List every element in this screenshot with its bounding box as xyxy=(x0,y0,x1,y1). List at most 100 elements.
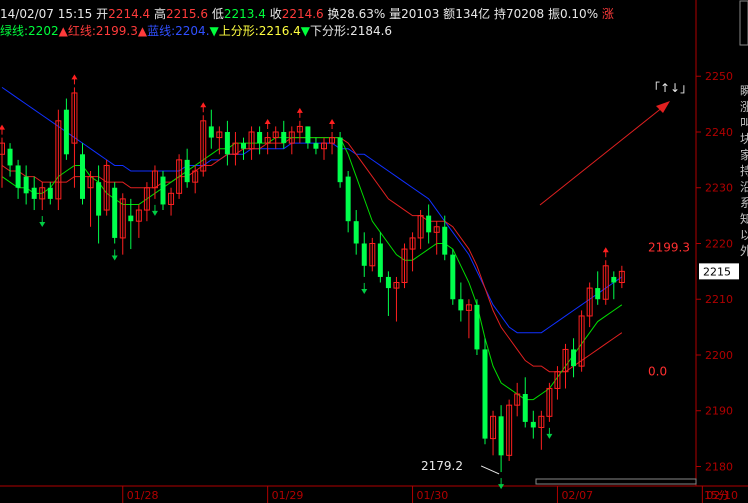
side-text-char: 持 xyxy=(740,163,748,178)
side-text-char: 块 xyxy=(740,132,748,146)
change-label: 涨 xyxy=(601,7,614,21)
price-chart[interactable]: 2180 2190 2200 2210 2220 2230 2240 2250 2215 01/2… xyxy=(0,0,748,503)
red-line-value: 2199.3 xyxy=(95,24,138,38)
blue-line-series xyxy=(1,86,623,334)
candle-body xyxy=(241,143,246,149)
candle-body xyxy=(313,143,319,149)
y-tick-label: 2240 xyxy=(705,126,733,139)
candle-body xyxy=(353,221,359,244)
candle-body xyxy=(530,421,536,428)
candle-body xyxy=(595,288,601,300)
high-value: 2215.6 xyxy=(166,7,209,21)
open-value: 2214.4 xyxy=(108,7,151,21)
amplitude-value: 0.10% xyxy=(559,7,599,21)
x-tick-label: 01/29 xyxy=(272,489,304,502)
low-mark-leader xyxy=(480,465,500,475)
candlesticks xyxy=(0,87,625,473)
candle-body xyxy=(160,176,166,205)
chart-annotations: 2199.30.02179.2「↑↓」 瞬涨叫块家持沿系知以外 xyxy=(421,0,748,475)
x-tick-label: 01/28 xyxy=(127,489,159,502)
fractal-up-arrow-icon: ▲ xyxy=(137,24,148,38)
candle-body xyxy=(345,176,351,222)
fractal-up-icon xyxy=(264,118,271,124)
side-text-char: 系 xyxy=(740,196,748,210)
fractal-up-icon xyxy=(329,118,336,124)
trend-arrow-line xyxy=(539,106,664,206)
side-text-char: 沿 xyxy=(740,180,748,194)
quote-time: 15:15 xyxy=(57,7,93,21)
fractal-down-icon xyxy=(151,210,158,216)
side-text-char: 叫 xyxy=(740,116,748,130)
candle-body xyxy=(47,187,53,199)
quote-header: 14/02/07 15:15 开2214.4 高2215.6 低2213.4 收… xyxy=(0,7,614,21)
fractal-up-icon xyxy=(602,247,609,253)
candle-body xyxy=(112,187,118,238)
low-label: 低 xyxy=(211,7,224,21)
candle-body xyxy=(31,187,37,199)
red-line-label: 红线: xyxy=(67,24,96,38)
fractal-down-icon xyxy=(111,255,118,261)
blue-line-label: 蓝线: xyxy=(147,24,176,38)
current-price-label: 2215 xyxy=(703,265,731,278)
candle-body xyxy=(80,154,85,199)
y-tick-label: 2190 xyxy=(705,405,733,418)
candle-body xyxy=(208,126,214,138)
y-tick-label: 2250 xyxy=(705,70,733,83)
red-value-label: 2199.3 xyxy=(648,240,690,254)
candle-body xyxy=(426,215,432,233)
candle-body xyxy=(257,131,263,144)
candle-body xyxy=(450,254,456,300)
candle-body xyxy=(63,109,69,155)
amplitude-label: 振 xyxy=(547,7,560,21)
candle-body xyxy=(128,215,134,222)
side-panel-box xyxy=(739,0,748,46)
x-tick-label: 01/30 xyxy=(417,489,449,502)
close-value: 2214.6 xyxy=(281,7,324,21)
fractal-down-arrow-icon: ▼ xyxy=(300,24,311,38)
candle-body xyxy=(522,394,528,422)
y-tick-label: 2220 xyxy=(705,237,733,250)
y-tick-label: 2230 xyxy=(705,182,733,195)
amount-label: 额 xyxy=(443,7,456,21)
open-label: 开 xyxy=(96,7,109,21)
candle-body xyxy=(96,182,102,216)
fractal-up-icon xyxy=(71,74,78,80)
candle-body xyxy=(184,159,190,183)
fractal-up-arrow-icon: ▲ xyxy=(58,24,68,38)
fractal-down-icon xyxy=(39,222,46,228)
side-text-char: 以 xyxy=(740,228,748,242)
side-text-char: 外 xyxy=(740,244,748,258)
fractal-up-icon xyxy=(296,107,303,113)
arrow-box-label: 「↑↓」 xyxy=(648,81,692,95)
turnover-value: 28.63% xyxy=(339,7,386,21)
close-label: 收 xyxy=(269,7,282,21)
candle-body xyxy=(361,243,367,266)
indicator-header: 绿线:2202▲红线:2199.3▲蓝线:2204.▼上分形:2216.4▼下分… xyxy=(0,24,392,38)
candle-body xyxy=(385,276,391,289)
green-line-label: 绿线: xyxy=(0,24,29,38)
volume-value: 20103 xyxy=(401,7,440,21)
volume-label: 量 xyxy=(389,7,402,21)
amount-value: 134亿 xyxy=(455,7,491,21)
side-text-char: 瞬 xyxy=(740,84,748,98)
up-fractal-value: 2216.4 xyxy=(258,24,301,38)
fractal-down-icon xyxy=(546,433,553,439)
y-tick-label: 2200 xyxy=(705,349,733,362)
timeframe-label: 15分 xyxy=(704,489,729,502)
fractal-up-icon xyxy=(200,102,207,108)
y-tick-label: 2210 xyxy=(705,293,733,306)
candle-body xyxy=(611,276,617,283)
hold-label: 持 xyxy=(493,7,506,21)
candle-body xyxy=(7,148,13,166)
fractal-down-arrow-icon: ▼ xyxy=(209,24,219,38)
blue-line-value: 2204. xyxy=(175,24,210,38)
fractal-down-icon xyxy=(498,484,505,490)
quote-date: 14/02/07 xyxy=(0,7,54,21)
fractal-up-icon xyxy=(0,124,5,130)
fractal-down-icon xyxy=(361,288,368,294)
fractal-markers xyxy=(0,74,609,490)
green-line-value: 2202 xyxy=(28,24,59,38)
candle-body xyxy=(458,299,464,311)
up-fractal-label: 上分形: xyxy=(218,24,259,38)
low-value: 2213.4 xyxy=(223,7,266,21)
